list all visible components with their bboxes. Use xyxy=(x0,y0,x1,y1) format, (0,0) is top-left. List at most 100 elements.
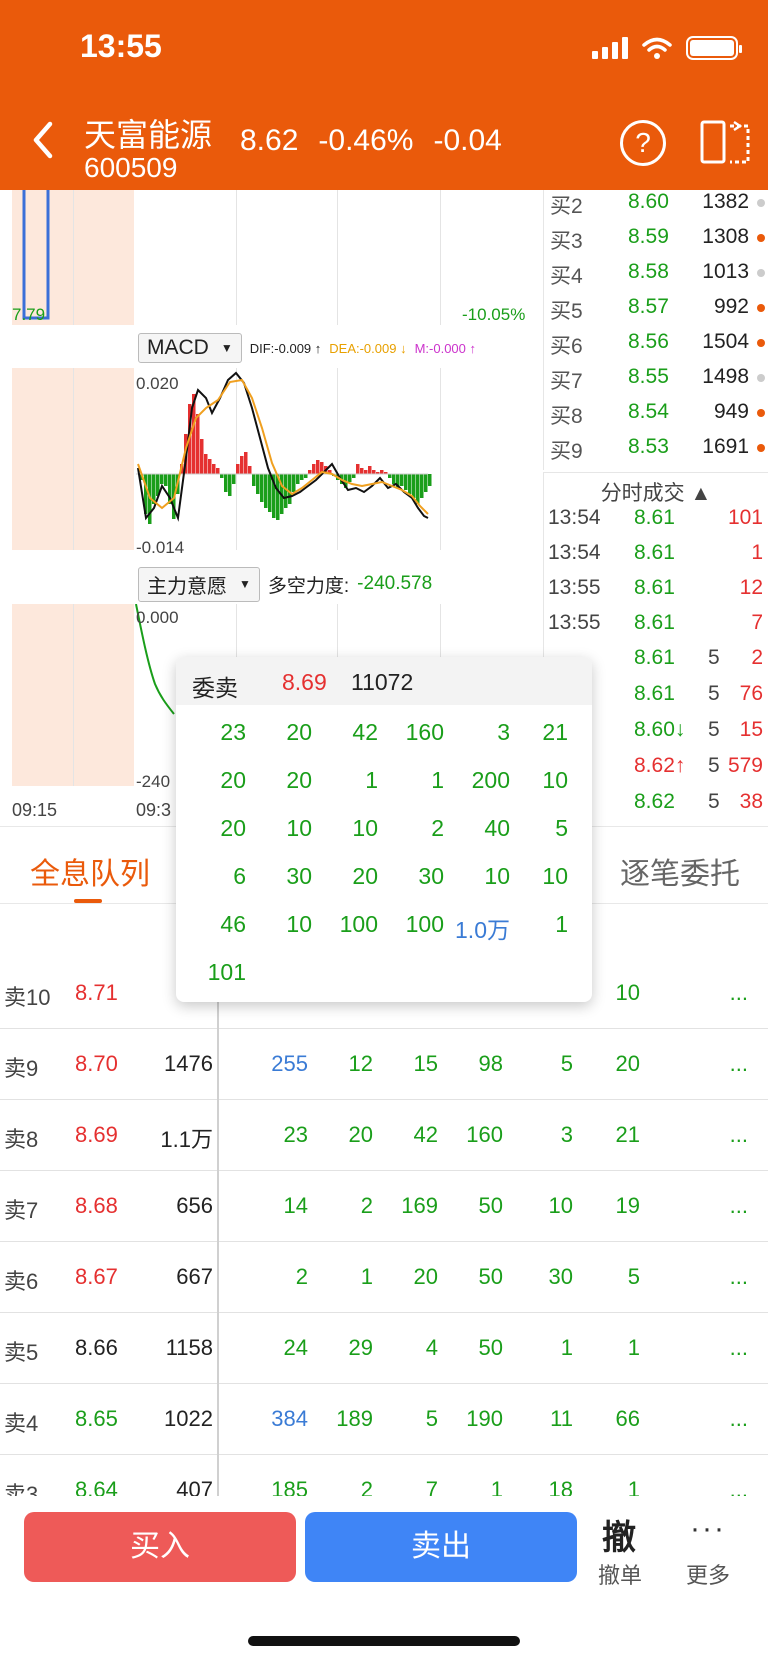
queue-row[interactable]: 卖3 8.64 407 185 2 7 1 18 1... xyxy=(0,1455,768,1496)
popup-title: 委卖 xyxy=(192,675,238,701)
queue-volume: 1476 xyxy=(164,1051,213,1076)
order-book: 买2 8.60 1382 买3 8.59 1308 买4 8.58 1013 买5 8.57 9… xyxy=(543,190,768,470)
queue-more-icon[interactable]: ... xyxy=(730,1193,748,1219)
queue-volume: 1.1万 xyxy=(160,1127,213,1152)
queue-order-cell: 190 xyxy=(466,1406,503,1431)
popup-order-cell: 1 xyxy=(431,767,444,793)
status-dot-icon xyxy=(757,199,765,207)
cancel-order-label[interactable]: 撤单 xyxy=(598,1558,642,1590)
popup-order-cell: 100 xyxy=(405,911,444,937)
tab-tick-orders[interactable]: 逐笔委托 xyxy=(620,849,740,893)
order-queue-popup[interactable]: 委卖 8.69 11072 23 20 42 160 3 21 20 20 1 1 200 10 20 1… xyxy=(176,657,592,1002)
popup-price: 8.69 xyxy=(282,669,327,695)
queue-row[interactable]: 卖9 8.70 1476 255 12 15 98 5 20... xyxy=(0,1029,768,1100)
status-dot-icon xyxy=(757,374,765,382)
queue-order-cell: 1 xyxy=(490,1477,503,1496)
more-label[interactable]: 更多 xyxy=(686,1558,730,1590)
queue-level-label: 卖6 xyxy=(4,1269,39,1294)
popup-order-cell: 30 xyxy=(286,863,312,889)
queue-order-cell: 14 xyxy=(283,1193,308,1218)
stock-code: 600509 xyxy=(84,152,178,183)
macd-dea: DEA:-0.009 ↓ xyxy=(329,340,407,356)
macd-chart xyxy=(136,371,432,524)
popup-order-cell: 46 xyxy=(220,911,246,937)
queue-order-cell: 15 xyxy=(413,1051,438,1076)
popup-order-cell: 2 xyxy=(431,815,444,841)
queue-price: 8.69 xyxy=(75,1122,118,1147)
queue-order-cell: 21 xyxy=(615,1122,640,1147)
tab-full-queue[interactable]: 全息队列 xyxy=(30,849,150,893)
force-label: 多空力度: xyxy=(267,575,350,597)
queue-more-icon[interactable]: ... xyxy=(730,980,748,1006)
landscape-toggle-icon[interactable] xyxy=(700,118,752,166)
queue-order-cell: 189 xyxy=(336,1406,373,1431)
orderbook-row: 买9 8.53 1691 xyxy=(544,435,768,469)
queue-more-icon[interactable]: ... xyxy=(730,1406,748,1432)
queue-row[interactable]: 卖5 8.66 1158 24 29 4 50 1 1... xyxy=(0,1313,768,1384)
popup-order-cell: 40 xyxy=(484,815,510,841)
queue-more-icon[interactable]: ... xyxy=(730,1051,748,1077)
popup-order-cell: 21 xyxy=(542,719,568,745)
cancel-order-icon[interactable]: 撤 xyxy=(602,1510,636,1559)
buy-button[interactable]: 买入 xyxy=(24,1512,296,1582)
queue-more-icon[interactable]: ... xyxy=(730,1477,748,1496)
cellular-signal-icon xyxy=(592,37,628,59)
tab-underline xyxy=(74,899,102,903)
popup-order-cell: 10 xyxy=(542,863,568,889)
queue-order-cell: 5 xyxy=(627,1264,640,1289)
queue-order-cell: 384 xyxy=(271,1406,308,1431)
queue-order-cell: 29 xyxy=(348,1335,373,1360)
queue-row[interactable]: 卖8 8.69 1.1万 23 20 42 160 3 21... xyxy=(0,1100,768,1171)
orderbook-row: 买8 8.54 949 xyxy=(544,400,768,434)
macd-indicator-select[interactable]: MACD ▼ xyxy=(138,333,242,363)
queue-order-cell: 1 xyxy=(627,1477,640,1496)
queue-level-label: 卖7 xyxy=(4,1198,39,1223)
queue-volume: 656 xyxy=(176,1193,213,1218)
wifi-icon xyxy=(642,37,672,59)
queue-level-label: 卖10 xyxy=(4,985,51,1010)
popup-order-cell: 1 xyxy=(555,911,568,937)
queue-volume: 667 xyxy=(176,1264,213,1289)
queue-order-cell: 12 xyxy=(348,1051,373,1076)
popup-order-cell: 23 xyxy=(220,719,246,745)
help-button[interactable]: ? xyxy=(620,120,666,166)
queue-price: 8.70 xyxy=(75,1051,118,1076)
popup-volume: 11072 xyxy=(351,669,414,695)
order-queue-list: 卖108.714010...卖98.701476255121598520...卖… xyxy=(0,958,768,1496)
orderbook-row: 买3 8.59 1308 xyxy=(544,225,768,259)
more-dots-icon[interactable]: ··· xyxy=(690,1512,726,1546)
queue-order-cell: 24 xyxy=(283,1335,308,1360)
queue-level-label: 卖5 xyxy=(4,1340,39,1365)
popup-order-cell: 200 xyxy=(471,767,510,793)
status-dot-icon xyxy=(757,304,765,312)
queue-order-cell: 1 xyxy=(627,1335,640,1360)
queue-order-cell: 20 xyxy=(615,1051,640,1076)
orderbook-row: 买4 8.58 1013 xyxy=(544,260,768,294)
change-percent: -0.46% xyxy=(318,124,414,157)
low-percent-label: -10.05% xyxy=(462,305,526,324)
caret-down-icon: ▼ xyxy=(220,341,233,355)
queue-row[interactable]: 卖7 8.68 656 14 2 169 50 10 19... xyxy=(0,1171,768,1242)
queue-order-cell: 66 xyxy=(615,1406,640,1431)
popup-order-cell: 160 xyxy=(405,719,444,745)
queue-order-cell: 5 xyxy=(560,1051,573,1076)
back-arrow-icon[interactable] xyxy=(26,118,60,162)
queue-row[interactable]: 卖6 8.67 667 2 1 20 50 30 5... xyxy=(0,1242,768,1313)
queue-order-cell: 2 xyxy=(360,1477,373,1496)
status-dot-icon xyxy=(757,444,765,452)
sell-button[interactable]: 卖出 xyxy=(305,1512,577,1582)
queue-row[interactable]: 卖4 8.65 1022 384 189 5 190 11 66... xyxy=(0,1384,768,1455)
orderbook-row: 买7 8.55 1498 xyxy=(544,365,768,399)
queue-more-icon[interactable]: ... xyxy=(730,1264,748,1290)
force-indicator-select[interactable]: 主力意愿 ▼ xyxy=(138,566,260,602)
queue-order-cell: 3 xyxy=(560,1122,573,1147)
trade-row: 13:54 8.61 1 xyxy=(548,541,763,564)
trade-row: 13:55 8.61 7 xyxy=(548,611,763,634)
queue-more-icon[interactable]: ... xyxy=(730,1122,748,1148)
queue-volume: 1158 xyxy=(165,1335,213,1360)
trades-header[interactable]: 分时成交 ▲ xyxy=(543,472,768,506)
macd-top-tick: 0.020 xyxy=(136,374,179,393)
change-value: -0.04 xyxy=(433,124,502,157)
popup-order-cell: 20 xyxy=(220,815,246,841)
queue-more-icon[interactable]: ... xyxy=(730,1335,748,1361)
